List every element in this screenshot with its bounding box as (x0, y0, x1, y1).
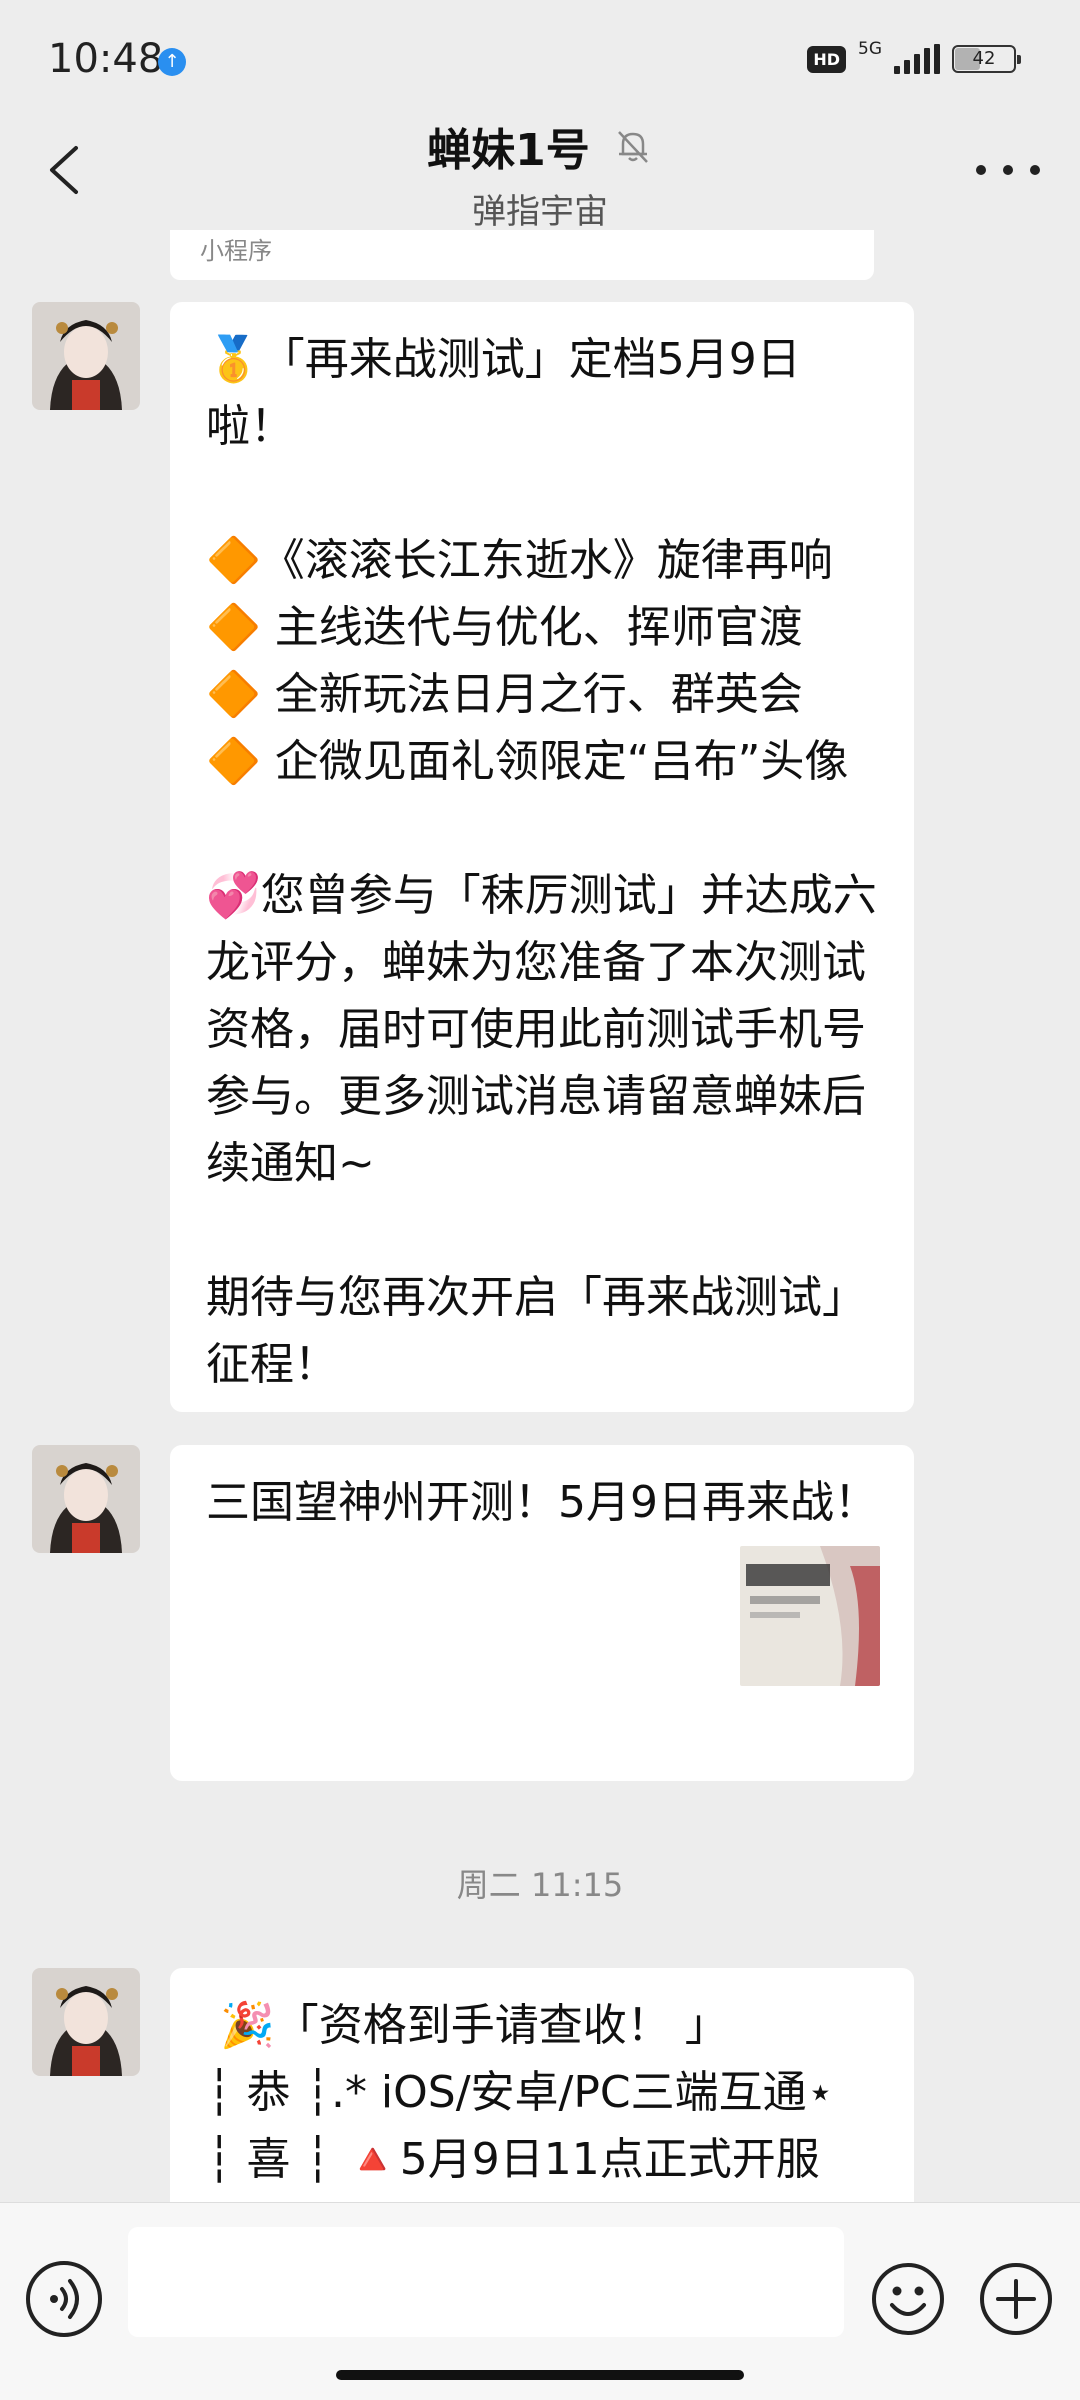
more-dot (1003, 165, 1013, 175)
message-text: 三国望神州开测！5月9日再来战！ (206, 1477, 878, 1528)
mini-program-label: 小程序 (200, 237, 272, 265)
status-time: 10:48 (48, 36, 164, 82)
emoji-button[interactable] (870, 2261, 946, 2337)
message-input[interactable] (128, 2227, 844, 2337)
status-bar: 10:48 ↑ HD 5G 42 (0, 0, 1080, 110)
avatar-image (32, 1968, 140, 2076)
message-text: 🥇「再来战测试」定档5月9日啦！ 🔶《滚滚长江东逝水》旋律再响 🔶 主线迭代与优… (206, 334, 877, 1390)
message-bubble[interactable]: 🥇「再来战测试」定档5月9日啦！ 🔶《滚滚长江东逝水》旋律再响 🔶 主线迭代与优… (170, 302, 914, 1412)
signal-icon (894, 44, 940, 74)
battery-icon: 42 (952, 45, 1021, 73)
plus-icon (980, 2263, 1052, 2335)
title-block: 蝉妹1号 弹指宇宙 (0, 114, 1080, 233)
voice-icon (50, 2279, 79, 2319)
chat-header: 蝉妹1号 弹指宇宙 (0, 110, 1080, 233)
hd-badge: HD (807, 45, 846, 73)
message-bubble[interactable]: 三国望神州开测！5月9日再来战！ (170, 1445, 914, 1781)
message-bubble[interactable]: 🎉「资格到手请查收！ 」 ┆ 恭 ┆.* iOS/安卓/PC三端互通⋆ ┆ 喜 … (170, 1968, 914, 2202)
battery-level: 42 (972, 48, 996, 69)
avatar-image (32, 1445, 140, 1553)
message-text: 🎉「资格到手请查收！ 」 ┆ 恭 ┆.* iOS/安卓/PC三端互通⋆ ┆ 喜 … (206, 2000, 835, 2185)
voice-button[interactable] (26, 2261, 102, 2337)
home-indicator[interactable] (336, 2370, 744, 2380)
link-thumbnail[interactable] (740, 1546, 880, 1686)
mini-program-card[interactable]: 小程序 (170, 230, 874, 280)
thumbnail-image (740, 1546, 880, 1686)
message-list[interactable]: 小程序 🥇「再来战测试」定档5月9日啦！ 🔶《滚滚长江东逝水》旋律再响 🔶 主线… (0, 230, 1080, 2202)
network-label: 5G (858, 39, 882, 59)
chat-title[interactable]: 蝉妹1号 (427, 114, 590, 178)
more-functions-button[interactable] (978, 2261, 1054, 2337)
more-dot (976, 165, 986, 175)
chat-subtitle: 弹指宇宙 (472, 192, 608, 232)
message-timestamp: 周二 11:15 (456, 1866, 624, 1904)
emoji-icon (872, 2263, 944, 2335)
status-icons: HD 5G 42 (807, 39, 1021, 76)
avatar[interactable] (32, 1445, 140, 1553)
bell-off-icon (617, 131, 648, 163)
location-icon: ↑ (158, 48, 186, 76)
avatar[interactable] (32, 1968, 140, 2076)
avatar[interactable] (32, 302, 140, 410)
avatar-image (32, 302, 140, 410)
more-button[interactable] (976, 150, 1040, 190)
more-dot (1030, 165, 1040, 175)
